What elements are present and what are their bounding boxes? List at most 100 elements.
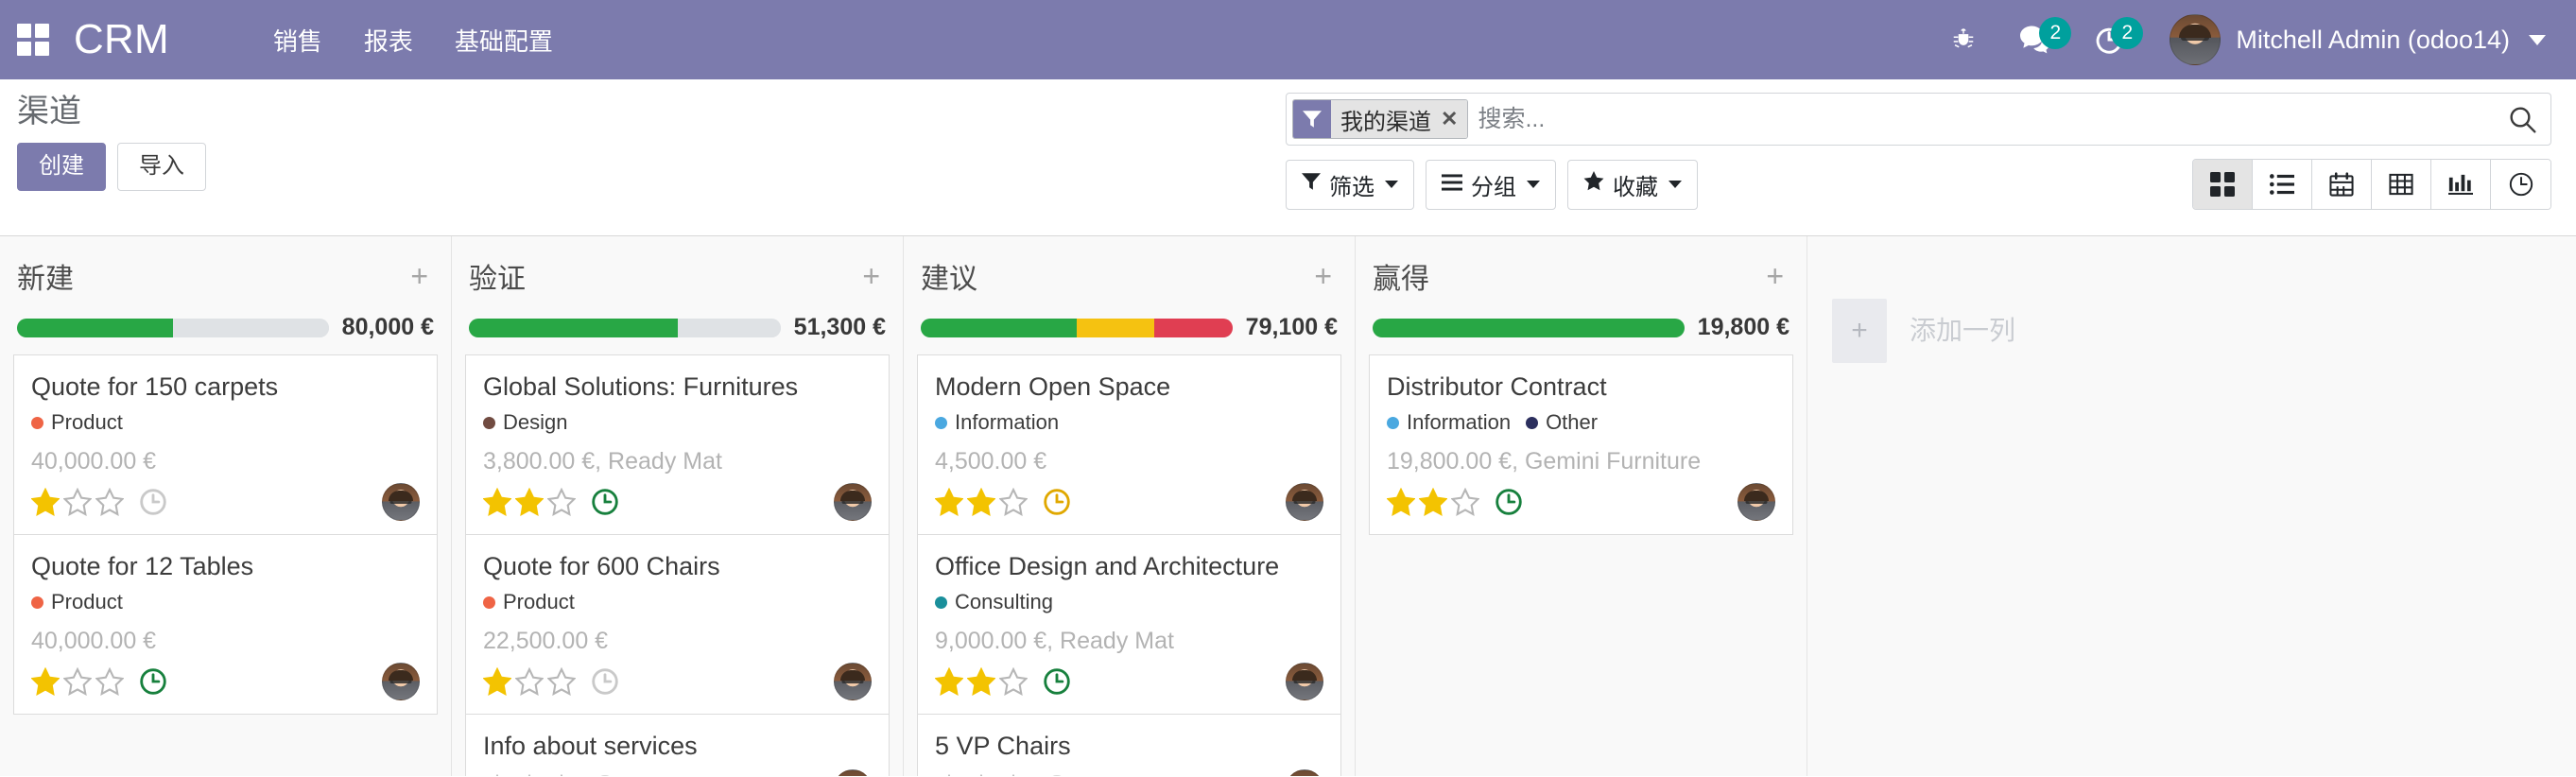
progress-segment[interactable] bbox=[469, 318, 678, 337]
progress-segment[interactable] bbox=[921, 318, 1077, 337]
activity-clock-icon[interactable] bbox=[591, 774, 619, 776]
menu-item-configuration[interactable]: 基础配置 bbox=[434, 13, 574, 67]
progress-segment[interactable] bbox=[1076, 318, 1155, 337]
activity-clock-icon[interactable] bbox=[591, 488, 619, 516]
card-subtitle: 40,000.00 € bbox=[31, 448, 157, 475]
priority-star[interactable] bbox=[999, 774, 1028, 776]
kanban-card[interactable]: Distributor Contract Information Other 19,8… bbox=[1369, 354, 1793, 536]
activity-clock-icon[interactable] bbox=[1043, 667, 1071, 696]
priority-star[interactable] bbox=[31, 667, 60, 697]
priority-star[interactable] bbox=[1387, 488, 1415, 516]
plus-icon[interactable]: + bbox=[1832, 299, 1887, 363]
groupby-dropdown[interactable]: 分组 bbox=[1426, 159, 1556, 210]
card-assignee-avatar[interactable] bbox=[1286, 663, 1323, 701]
filters-dropdown[interactable]: 筛选 bbox=[1286, 159, 1414, 210]
activity-clock-icon[interactable] bbox=[591, 667, 619, 696]
priority-star[interactable] bbox=[547, 667, 576, 697]
view-graph-button[interactable] bbox=[2431, 160, 2491, 209]
menu-item-sales[interactable]: 销售 bbox=[252, 13, 343, 67]
priority-star[interactable] bbox=[63, 488, 92, 516]
priority-star[interactable] bbox=[935, 774, 963, 776]
kanban-card[interactable]: Office Design and Architecture Consulting… bbox=[917, 534, 1341, 715]
view-kanban-button[interactable] bbox=[2193, 160, 2253, 209]
kanban-card[interactable]: Quote for 600 Chairs Product 22,500.00 € bbox=[465, 534, 890, 715]
progress-segment[interactable] bbox=[677, 318, 781, 337]
progress-segment[interactable] bbox=[1154, 318, 1233, 337]
card-assignee-avatar[interactable] bbox=[1286, 769, 1323, 776]
card-assignee-avatar[interactable] bbox=[834, 663, 872, 701]
priority-star[interactable] bbox=[967, 667, 995, 697]
priority-star[interactable] bbox=[547, 774, 576, 776]
priority-star[interactable] bbox=[547, 488, 576, 516]
progress-segment[interactable] bbox=[172, 318, 329, 337]
activities-button[interactable]: 2 bbox=[2073, 0, 2145, 79]
priority-star[interactable] bbox=[999, 667, 1028, 697]
add-card-button[interactable]: + bbox=[405, 261, 434, 291]
card-assignee-avatar[interactable] bbox=[382, 663, 420, 701]
activity-clock-icon[interactable] bbox=[139, 488, 167, 516]
add-column-area[interactable]: + 添加一列 bbox=[1807, 236, 2576, 776]
create-button[interactable]: 创建 bbox=[17, 143, 106, 191]
activity-clock-icon[interactable] bbox=[1043, 774, 1071, 776]
app-brand-crm[interactable]: CRM bbox=[74, 16, 169, 63]
add-card-button[interactable]: + bbox=[856, 261, 886, 291]
priority-star[interactable] bbox=[1419, 488, 1447, 516]
priority-star[interactable] bbox=[95, 667, 124, 697]
kanban-card[interactable]: 5 VP Chairs bbox=[917, 714, 1341, 776]
priority-star[interactable] bbox=[967, 774, 995, 776]
priority-star[interactable] bbox=[63, 667, 92, 697]
kanban-card[interactable]: Modern Open Space Information 4,500.00 € bbox=[917, 354, 1341, 535]
kanban-card[interactable]: Info about services bbox=[465, 714, 890, 776]
priority-star[interactable] bbox=[999, 488, 1028, 516]
view-activity-button[interactable] bbox=[2491, 160, 2550, 209]
priority-star[interactable] bbox=[1451, 488, 1479, 516]
priority-star[interactable] bbox=[935, 488, 963, 516]
import-button[interactable]: 导入 bbox=[117, 143, 206, 191]
priority-star[interactable] bbox=[935, 667, 963, 697]
kanban-card[interactable]: Quote for 150 carpets Product 40,000.00 € bbox=[13, 354, 438, 535]
search-icon[interactable] bbox=[2501, 104, 2543, 134]
priority-star[interactable] bbox=[483, 774, 511, 776]
kanban-progress-bar[interactable] bbox=[469, 318, 781, 337]
priority-star[interactable] bbox=[515, 667, 544, 697]
card-assignee-avatar[interactable] bbox=[834, 483, 872, 522]
priority-star[interactable] bbox=[515, 488, 544, 516]
close-icon[interactable]: ✕ bbox=[1439, 100, 1468, 138]
priority-star[interactable] bbox=[515, 774, 544, 776]
add-card-button[interactable]: + bbox=[1308, 261, 1338, 291]
priority-star[interactable] bbox=[483, 667, 511, 697]
user-menu[interactable]: Mitchell Admin (odoo14) bbox=[2145, 14, 2551, 65]
kanban-column: 新建 +80,000 € Quote for 150 carpets Product 4… bbox=[0, 236, 452, 776]
kanban-progress-bar[interactable] bbox=[17, 318, 329, 337]
view-calendar-button[interactable] bbox=[2312, 160, 2372, 209]
kanban-card[interactable]: Quote for 12 Tables Product 40,000.00 € bbox=[13, 534, 438, 716]
search-bar[interactable]: 我的渠道 ✕ bbox=[1286, 93, 2551, 146]
progress-segment[interactable] bbox=[1373, 318, 1685, 337]
activity-clock-icon[interactable] bbox=[1495, 488, 1523, 516]
kanban-progress-bar[interactable] bbox=[921, 318, 1233, 337]
favorites-dropdown[interactable]: 收藏 bbox=[1567, 159, 1698, 210]
priority-star[interactable] bbox=[483, 488, 511, 516]
kanban-progress-bar[interactable] bbox=[1373, 318, 1685, 337]
priority-star[interactable] bbox=[31, 488, 60, 516]
apps-grid-icon[interactable] bbox=[17, 24, 49, 56]
priority-star[interactable] bbox=[967, 488, 995, 516]
card-assignee-avatar[interactable] bbox=[1286, 483, 1323, 522]
view-list-button[interactable] bbox=[2253, 160, 2312, 209]
activity-clock-icon[interactable] bbox=[139, 667, 167, 696]
search-input[interactable] bbox=[1478, 105, 2501, 133]
view-pivot-button[interactable] bbox=[2372, 160, 2431, 209]
card-assignee-avatar[interactable] bbox=[382, 483, 420, 522]
add-card-button[interactable]: + bbox=[1760, 261, 1789, 291]
debug-bug-icon[interactable] bbox=[1929, 0, 1997, 79]
card-assignee-avatar[interactable] bbox=[1738, 483, 1775, 522]
kanban-card[interactable]: Global Solutions: Furnitures Design 3,800.… bbox=[465, 354, 890, 535]
card-priority bbox=[935, 488, 1028, 516]
progress-segment[interactable] bbox=[17, 318, 173, 337]
card-assignee-avatar[interactable] bbox=[834, 769, 872, 776]
messages-button[interactable]: 2 bbox=[1997, 0, 2073, 79]
menu-item-reports[interactable]: 报表 bbox=[343, 13, 434, 67]
search-facet-my-pipeline[interactable]: 我的渠道 ✕ bbox=[1292, 99, 1469, 139]
priority-star[interactable] bbox=[95, 488, 124, 516]
activity-clock-icon[interactable] bbox=[1043, 488, 1071, 516]
